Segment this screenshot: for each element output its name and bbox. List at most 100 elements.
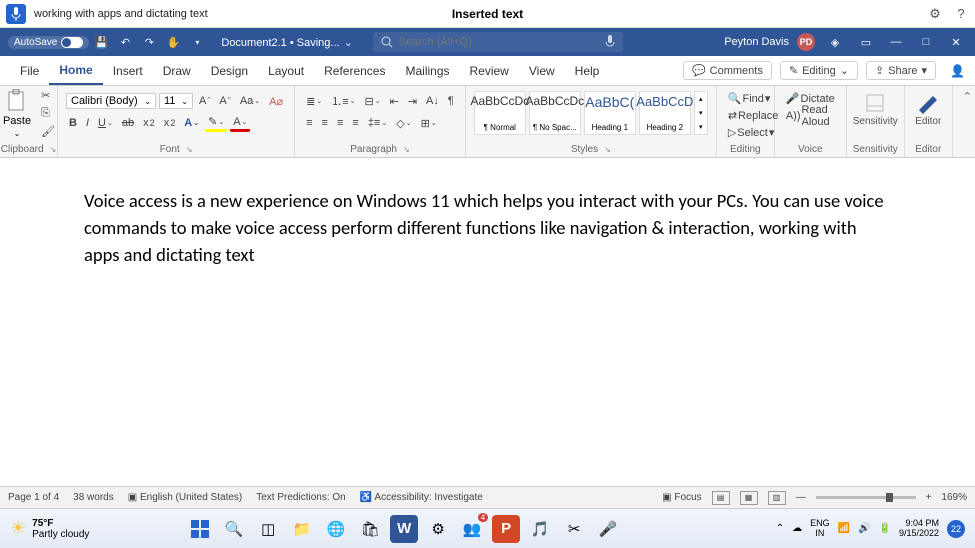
edge-icon[interactable]: 🌐 xyxy=(322,515,350,543)
tab-view[interactable]: View xyxy=(519,56,565,85)
subscript-button[interactable]: x2 xyxy=(140,116,158,130)
save-icon[interactable]: 💾 xyxy=(93,36,109,49)
language-indicator[interactable]: ENGIN xyxy=(810,519,830,539)
settings-icon[interactable]: ⚙ xyxy=(424,515,452,543)
clear-format-icon[interactable]: A⌀ xyxy=(266,94,286,109)
select-button[interactable]: ▷ Select ▾ xyxy=(725,125,778,140)
superscript-button[interactable]: x2 xyxy=(161,116,179,130)
maximize-button[interactable]: □ xyxy=(915,36,937,48)
tab-review[interactable]: Review xyxy=(460,56,519,85)
touch-icon[interactable]: ✋ xyxy=(165,36,181,49)
sensitivity-button[interactable]: Sensitivity xyxy=(855,90,896,129)
tab-file[interactable]: File xyxy=(10,56,49,85)
underline-button[interactable]: U ⌄ xyxy=(95,116,116,130)
qat-dropdown-icon[interactable]: ▾ xyxy=(189,38,205,47)
zoom-out-icon[interactable]: — xyxy=(796,492,806,503)
close-button[interactable]: ✕ xyxy=(945,36,967,49)
print-layout-icon[interactable]: ▦ xyxy=(740,491,758,505)
powerpoint-icon[interactable]: P xyxy=(492,515,520,543)
start-button[interactable] xyxy=(186,515,214,543)
italic-button[interactable]: I xyxy=(83,116,92,130)
style-normal[interactable]: AaBbCcDc¶ Normal xyxy=(474,91,526,135)
tab-layout[interactable]: Layout xyxy=(258,56,314,85)
bullets-icon[interactable]: ≣ ⌄ xyxy=(303,94,325,109)
editing-mode-button[interactable]: ✎ Editing ⌄ xyxy=(780,61,858,80)
groove-icon[interactable]: 🎵 xyxy=(526,515,554,543)
font-name-select[interactable]: Calibri (Body)⌄ xyxy=(66,93,156,109)
read-mode-icon[interactable]: ▤ xyxy=(712,491,730,505)
copy-icon[interactable]: ⎘ xyxy=(38,106,58,121)
profile-icon[interactable]: 👤 xyxy=(950,64,965,78)
word-icon[interactable]: W xyxy=(390,515,418,543)
grow-font-icon[interactable]: Aˆ xyxy=(196,94,213,108)
battery-icon[interactable]: 🔋 xyxy=(879,523,891,534)
tab-insert[interactable]: Insert xyxy=(103,56,153,85)
tab-help[interactable]: Help xyxy=(565,56,610,85)
word-count[interactable]: 38 words xyxy=(73,492,114,503)
font-launcher[interactable]: ↘ xyxy=(186,145,193,154)
style-heading2[interactable]: AaBbCcDHeading 2 xyxy=(639,91,691,135)
voice-access-taskbar-icon[interactable]: 🎤 xyxy=(594,515,622,543)
align-right-icon[interactable]: ≡ xyxy=(334,116,346,130)
undo-icon[interactable]: ↶ xyxy=(117,36,133,49)
clipboard-launcher[interactable]: ↘ xyxy=(50,145,57,154)
show-marks-icon[interactable]: ¶ xyxy=(445,94,457,108)
line-spacing-icon[interactable]: ‡≡ ⌄ xyxy=(365,116,390,130)
outdent-icon[interactable]: ⇤ xyxy=(387,94,402,109)
notification-badge[interactable]: 22 xyxy=(947,520,965,538)
align-left-icon[interactable]: ≡ xyxy=(303,116,315,130)
justify-icon[interactable]: ≡ xyxy=(349,116,361,130)
predictions-status[interactable]: Text Predictions: On xyxy=(256,492,345,503)
voice-mic-button[interactable] xyxy=(6,4,26,24)
avatar[interactable]: PD xyxy=(797,33,815,51)
volume-icon[interactable]: 🔊 xyxy=(858,523,870,534)
paste-button[interactable]: Paste ⌄ xyxy=(0,87,35,140)
search-input[interactable] xyxy=(399,36,599,48)
align-center-icon[interactable]: ≡ xyxy=(319,116,331,130)
tray-chevron-icon[interactable]: ⌃ xyxy=(776,523,784,534)
page-status[interactable]: Page 1 of 4 xyxy=(8,492,59,503)
document-body[interactable]: Voice access is a new experience on Wind… xyxy=(0,158,975,268)
comments-button[interactable]: 💬 Comments xyxy=(683,61,772,80)
numbering-icon[interactable]: ⒈≡ ⌄ xyxy=(328,92,358,110)
change-case-icon[interactable]: Aa ⌄ xyxy=(237,94,263,108)
cut-icon[interactable]: ✂ xyxy=(38,88,58,103)
help-icon[interactable]: ? xyxy=(953,6,969,22)
toggle-switch[interactable] xyxy=(61,37,83,48)
gear-icon[interactable]: ⚙ xyxy=(927,6,943,22)
share-button[interactable]: ⇪ Share ▾ xyxy=(866,61,936,80)
teams-icon[interactable]: 👥4 xyxy=(458,515,486,543)
multilevel-icon[interactable]: ⊟ ⌄ xyxy=(362,94,384,109)
font-color-icon[interactable]: A ⌄ xyxy=(230,115,250,132)
document-area[interactable]: Voice access is a new experience on Wind… xyxy=(0,158,975,486)
style-gallery-scroll[interactable]: ▴▾▾ xyxy=(694,91,708,135)
replace-button[interactable]: ⇄ Replace xyxy=(725,108,782,123)
zoom-in-icon[interactable]: + xyxy=(926,492,932,503)
mic-icon[interactable] xyxy=(605,35,615,49)
shrink-font-icon[interactable]: Aˇ xyxy=(216,94,233,108)
bold-button[interactable]: B xyxy=(66,116,80,130)
collapse-ribbon-icon[interactable]: ⌃ xyxy=(953,86,975,157)
tab-mailings[interactable]: Mailings xyxy=(395,56,459,85)
tab-draw[interactable]: Draw xyxy=(153,56,201,85)
onedrive-icon[interactable]: ☁ xyxy=(792,523,802,534)
web-layout-icon[interactable]: ▥ xyxy=(768,491,786,505)
shading-icon[interactable]: ◇ ⌄ xyxy=(393,116,414,131)
borders-icon[interactable]: ⊞ ⌄ xyxy=(418,116,440,131)
zoom-slider[interactable] xyxy=(816,496,916,499)
weather-widget[interactable]: 75°F Partly cloudy xyxy=(32,518,89,540)
search-box[interactable] xyxy=(373,32,623,52)
ribbon-options-icon[interactable]: ▭ xyxy=(855,36,877,49)
redo-icon[interactable]: ↷ xyxy=(141,36,157,49)
tab-references[interactable]: References xyxy=(314,56,395,85)
paragraph-launcher[interactable]: ↘ xyxy=(403,145,410,154)
style-heading1[interactable]: AaBbC(Heading 1 xyxy=(584,91,636,135)
format-painter-icon[interactable]: 🖌 xyxy=(38,124,58,139)
find-button[interactable]: 🔍 Find ▾ xyxy=(725,91,774,106)
tab-design[interactable]: Design xyxy=(201,56,258,85)
snip-icon[interactable]: ✂ xyxy=(560,515,588,543)
strike-button[interactable]: ab xyxy=(119,116,137,130)
styles-launcher[interactable]: ↘ xyxy=(604,145,611,154)
indent-icon[interactable]: ⇥ xyxy=(405,94,420,109)
search-taskbar-icon[interactable]: 🔍 xyxy=(220,515,248,543)
